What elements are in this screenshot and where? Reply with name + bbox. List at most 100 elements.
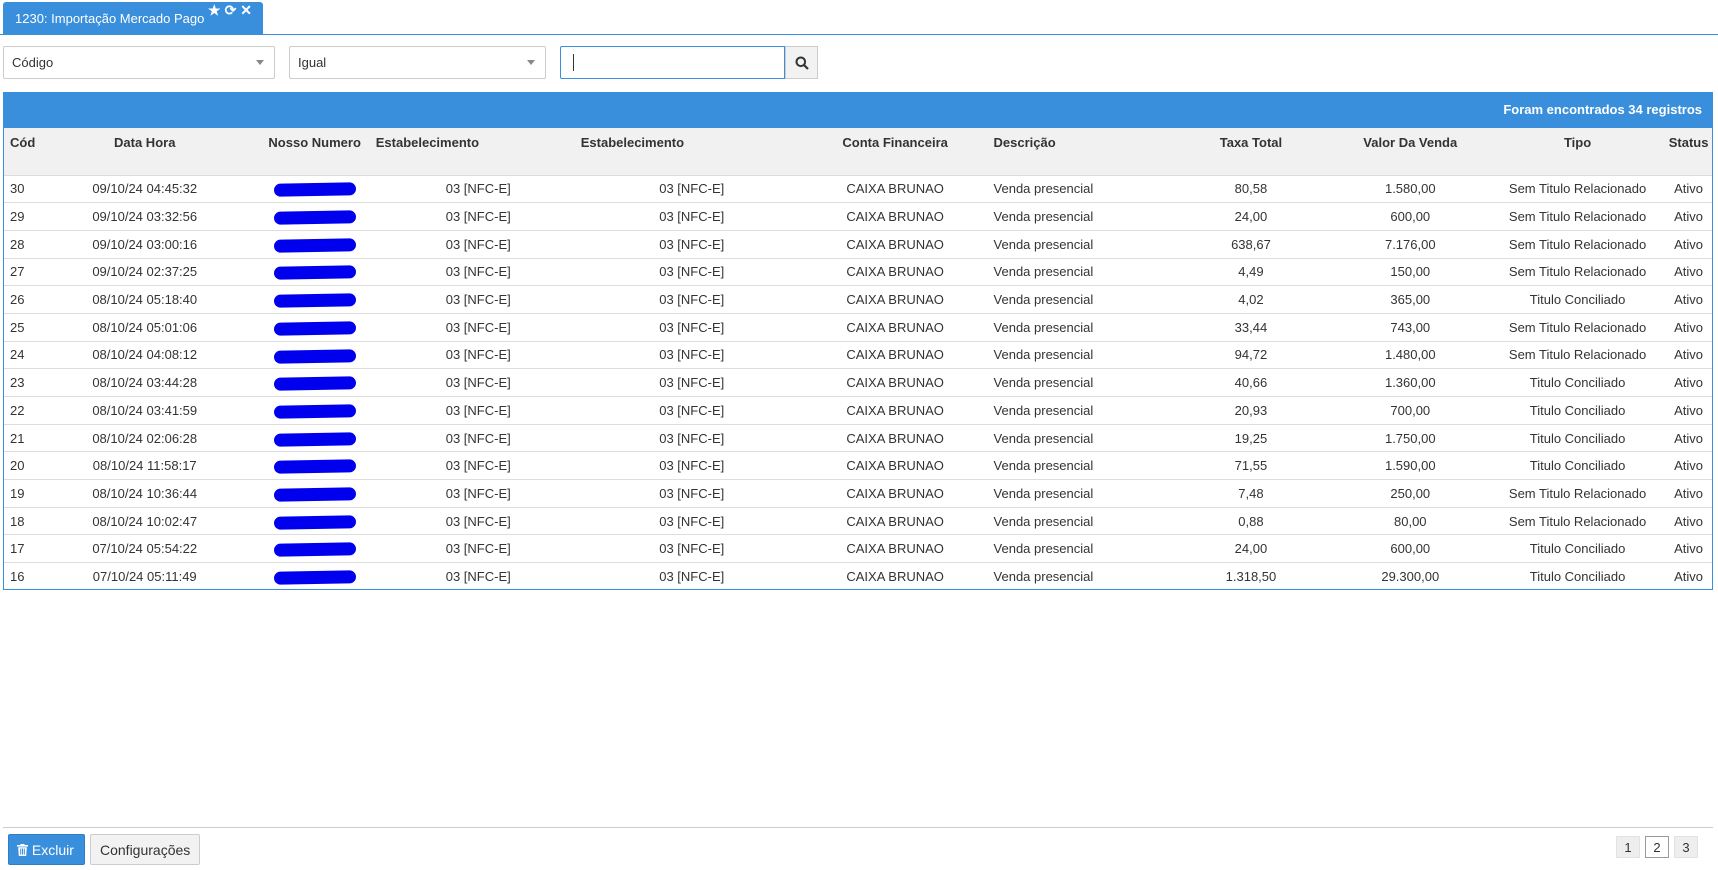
cell-data-hora: 08/10/24 10:02:47 [35, 506, 254, 535]
cell-descricao: Venda presencial [987, 174, 1172, 203]
delete-button[interactable]: Excluir [8, 834, 85, 865]
column-header-data-hora[interactable]: Data Hora [35, 128, 254, 175]
cell-conta-financeira: CAIXA BRUNAO [802, 451, 988, 480]
cell-valor-da-venda: 250,00 [1330, 479, 1490, 508]
table-row[interactable]: 28 09/10/24 03:00:16 03 [NFC-E] 03 [NFC-E] C… [4, 229, 1712, 259]
cell-estabelecimento: 03 [NFC-E] [375, 479, 581, 508]
filter-operator-select[interactable]: Igual [289, 46, 546, 79]
cell-nosso-numero [253, 506, 376, 535]
cell-conta-financeira: CAIXA BRUNAO [802, 506, 988, 535]
cell-status: Ativo [1665, 451, 1712, 480]
cell-tipo: Titulo Conciliado [1489, 285, 1666, 314]
cell-data-hora: 08/10/24 03:44:28 [35, 368, 254, 397]
filter-field-select[interactable]: Código [3, 46, 275, 79]
table-row[interactable]: 20 08/10/24 11:58:17 03 [NFC-E] 03 [NFC-E] C… [4, 451, 1712, 480]
cell-nosso-numero [253, 479, 376, 508]
table-row[interactable]: 18 08/10/24 10:02:47 03 [NFC-E] 03 [NFC-E] C… [4, 506, 1712, 535]
table-row[interactable]: 24 08/10/24 04:08:12 03 [NFC-E] 03 [NFC-E] C… [4, 340, 1712, 369]
cell-tipo: Sem Titulo Relacionado [1489, 506, 1666, 535]
cell-data-hora: 08/10/24 05:18:40 [35, 285, 254, 314]
cell-status: Ativo [1665, 534, 1712, 563]
column-header-taxa-total[interactable]: Taxa Total [1171, 128, 1331, 175]
cell-nosso-numero [253, 368, 376, 397]
cell-data-hora: 08/10/24 04:08:12 [35, 340, 254, 369]
settings-button[interactable]: Configurações [90, 834, 200, 865]
cell-nosso-numero [253, 285, 376, 314]
cell-taxa-total: 638,67 [1171, 229, 1331, 259]
table-row[interactable]: 26 08/10/24 05:18:40 03 [NFC-E] 03 [NFC-E] C… [4, 285, 1712, 314]
table-row[interactable]: 16 07/10/24 05:11:49 03 [NFC-E] 03 [NFC-E] C… [4, 562, 1712, 591]
cell-tipo: Sem Titulo Relacionado [1489, 479, 1666, 508]
cell-tipo: Titulo Conciliado [1489, 451, 1666, 480]
cell-data-hora: 09/10/24 04:45:32 [35, 174, 254, 203]
cell-estabelecimento: 03 [NFC-E] [375, 229, 581, 259]
cell-estabelecimento-2: 03 [NFC-E] [580, 534, 803, 563]
cell-taxa-total: 4,02 [1171, 285, 1331, 314]
cell-tipo: Sem Titulo Relacionado [1489, 202, 1666, 231]
page-1-button[interactable]: 1 [1616, 836, 1640, 858]
cell-conta-financeira: CAIXA BRUNAO [802, 562, 988, 591]
chevron-down-icon [527, 60, 535, 65]
cell-tipo: Titulo Conciliado [1489, 368, 1666, 397]
cell-estabelecimento: 03 [NFC-E] [375, 562, 581, 591]
search-input[interactable] [560, 46, 785, 79]
cell-cod: 22 [4, 396, 36, 425]
tab-importacao-mercado-pago[interactable]: 1230: Importação Mercado Pago ★⟳✕ [3, 2, 263, 34]
cell-conta-financeira: CAIXA BRUNAO [802, 229, 988, 259]
cell-cod: 27 [4, 257, 36, 286]
column-header-estabelecimento[interactable]: Estabelecimento [375, 128, 581, 175]
table-row[interactable]: 21 08/10/24 02:06:28 03 [NFC-E] 03 [NFC-E] C… [4, 423, 1712, 452]
table-row[interactable]: 22 08/10/24 03:41:59 03 [NFC-E] 03 [NFC-E] C… [4, 396, 1712, 425]
cell-estabelecimento-2: 03 [NFC-E] [580, 312, 803, 342]
cell-taxa-total: 0,88 [1171, 506, 1331, 535]
star-icon[interactable]: ★ [208, 2, 225, 19]
cell-cod: 29 [4, 202, 36, 231]
cell-status: Ativo [1665, 368, 1712, 397]
cell-tipo: Titulo Conciliado [1489, 396, 1666, 425]
table-row[interactable]: 19 08/10/24 10:36:44 03 [NFC-E] 03 [NFC-E] C… [4, 479, 1712, 508]
footer-divider [3, 827, 1713, 828]
cell-status: Ativo [1665, 257, 1712, 286]
refresh-icon[interactable]: ⟳ [225, 2, 241, 19]
text-caret [573, 54, 574, 71]
cell-estabelecimento-2: 03 [NFC-E] [580, 562, 803, 591]
column-header-conta-financeira[interactable]: Conta Financeira [802, 128, 988, 175]
cell-descricao: Venda presencial [987, 285, 1172, 314]
page-2-button[interactable]: 2 [1645, 836, 1669, 858]
cell-descricao: Venda presencial [987, 423, 1172, 452]
table-row[interactable]: 23 08/10/24 03:44:28 03 [NFC-E] 03 [NFC-E] C… [4, 368, 1712, 397]
cell-descricao: Venda presencial [987, 534, 1172, 563]
cell-estabelecimento: 03 [NFC-E] [375, 423, 581, 452]
cell-tipo: Titulo Conciliado [1489, 423, 1666, 452]
column-header-status[interactable]: Status [1665, 128, 1712, 175]
redacted-value [273, 376, 356, 391]
search-icon [795, 56, 809, 70]
cell-status: Ativo [1665, 174, 1712, 203]
redacted-value [273, 238, 356, 253]
cell-descricao: Venda presencial [987, 479, 1172, 508]
cell-valor-da-venda: 743,00 [1330, 312, 1490, 342]
cell-estabelecimento: 03 [NFC-E] [375, 174, 581, 203]
filter-field-value: Código [12, 55, 54, 70]
column-header-valor-da-venda[interactable]: Valor Da Venda [1330, 128, 1490, 175]
column-header-tipo[interactable]: Tipo [1489, 128, 1666, 175]
cell-status: Ativo [1665, 562, 1712, 591]
table-row[interactable]: 29 09/10/24 03:32:56 03 [NFC-E] 03 [NFC-E] C… [4, 202, 1712, 231]
column-header-cod[interactable]: Cód [4, 128, 36, 175]
search-button[interactable] [785, 46, 818, 79]
table-row[interactable]: 25 08/10/24 05:01:06 03 [NFC-E] 03 [NFC-E] C… [4, 312, 1712, 342]
cell-data-hora: 08/10/24 02:06:28 [35, 423, 254, 452]
records-table-body: 30 09/10/24 04:45:32 03 [NFC-E] 03 [NFC-E] C… [4, 174, 1712, 591]
cell-estabelecimento: 03 [NFC-E] [375, 340, 581, 369]
close-icon[interactable]: ✕ [240, 2, 256, 19]
column-header-nosso-numero[interactable]: Nosso Numero [253, 128, 376, 175]
cell-tipo: Sem Titulo Relacionado [1489, 340, 1666, 369]
cell-conta-financeira: CAIXA BRUNAO [802, 285, 988, 314]
table-row[interactable]: 17 07/10/24 05:54:22 03 [NFC-E] 03 [NFC-E] C… [4, 534, 1712, 563]
page-3-button[interactable]: 3 [1674, 836, 1698, 858]
column-header-descricao[interactable]: Descrição [987, 128, 1172, 175]
column-header-estabelecimento-2[interactable]: Estabelecimento [580, 128, 803, 175]
redacted-value [273, 542, 356, 558]
table-row[interactable]: 30 09/10/24 04:45:32 03 [NFC-E] 03 [NFC-E] C… [4, 174, 1712, 203]
table-row[interactable]: 27 09/10/24 02:37:25 03 [NFC-E] 03 [NFC-E] C… [4, 257, 1712, 286]
